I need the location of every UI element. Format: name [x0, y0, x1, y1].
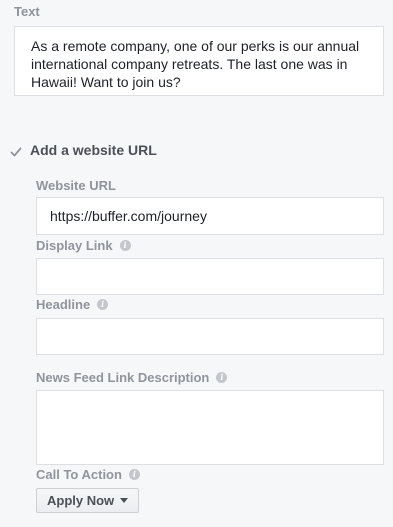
- website-url-value: https://buffer.com/journey: [50, 208, 207, 224]
- info-icon[interactable]: i: [97, 298, 109, 310]
- checkmark-icon: [10, 147, 22, 157]
- display-link-label: Display Link: [36, 238, 113, 253]
- display-link-input[interactable]: [36, 258, 384, 295]
- info-icon[interactable]: i: [128, 468, 140, 480]
- headline-input[interactable]: [36, 318, 384, 355]
- call-to-action-selected: Apply Now: [47, 493, 115, 508]
- call-to-action-label-row: Call To Action i: [36, 467, 140, 483]
- info-icon[interactable]: i: [216, 371, 228, 383]
- news-feed-description-label-row: News Feed Link Description i: [36, 370, 228, 386]
- ad-text-value: As a remote company, one of our perks is…: [31, 38, 360, 90]
- website-url-input[interactable]: https://buffer.com/journey: [36, 197, 384, 235]
- call-to-action-label: Call To Action: [36, 467, 122, 482]
- news-feed-description-label: News Feed Link Description: [36, 370, 210, 385]
- info-icon[interactable]: i: [119, 239, 131, 251]
- website-url-label: Website URL: [36, 178, 116, 193]
- headline-label-row: Headline i: [36, 297, 109, 313]
- website-url-checkbox-label[interactable]: Add a website URL: [30, 142, 157, 158]
- website-url-checkbox[interactable]: [9, 145, 23, 159]
- ad-text-area[interactable]: As a remote company, one of our perks is…: [14, 26, 384, 96]
- news-feed-description-input[interactable]: [36, 390, 384, 465]
- caret-down-icon: [120, 498, 129, 504]
- ad-form: Text As a remote company, one of our per…: [0, 0, 393, 527]
- call-to-action-dropdown[interactable]: Apply Now: [36, 488, 139, 513]
- text-label: Text: [14, 4, 40, 19]
- display-link-label-row: Display Link i: [36, 238, 131, 254]
- headline-label: Headline: [36, 297, 91, 312]
